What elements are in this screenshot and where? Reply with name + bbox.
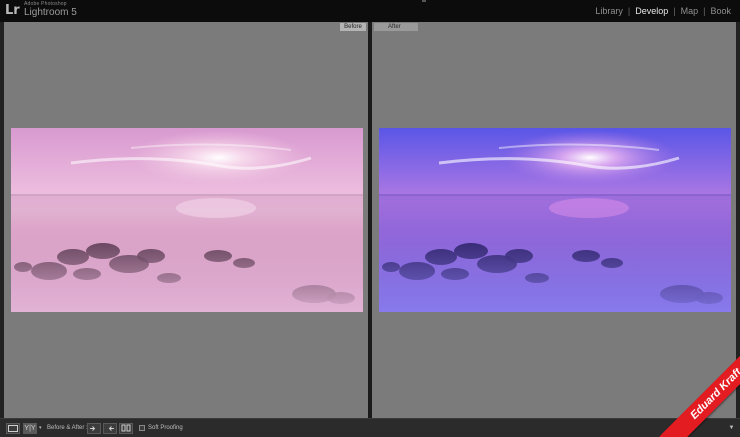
after-label: After <box>374 23 418 31</box>
view-menu-arrow[interactable]: ▾ <box>39 425 42 431</box>
panel-toggle-handle[interactable] <box>422 0 426 2</box>
copy-settings-reverse-icon <box>108 426 114 431</box>
module-map[interactable]: Map <box>676 6 704 16</box>
module-picker: Library | Develop | Map | Book <box>590 6 736 16</box>
module-book[interactable]: Book <box>705 6 736 16</box>
identity-plate: Lr Adobe Photoshop Lightroom 5 Library |… <box>0 0 740 22</box>
loupe-view-button[interactable] <box>6 423 20 434</box>
swap-before-after-button[interactable] <box>119 423 133 434</box>
bottom-toolbar: Y|Y ▾ Before & After : Soft Proofing ▼ <box>0 418 740 437</box>
after-view: After <box>372 22 736 418</box>
before-seascape-image <box>11 128 363 312</box>
triangle-down-icon: ▼ <box>728 425 735 431</box>
before-label: Before <box>340 23 366 31</box>
before-after-mode-label: Before & After : <box>47 425 88 431</box>
toolbar-options-dropdown[interactable]: ▼ <box>727 423 736 433</box>
copy-before-to-after-button[interactable] <box>87 423 101 434</box>
brand-big: Lightroom 5 <box>24 7 77 18</box>
after-photo[interactable] <box>379 128 731 312</box>
lightroom-logo: Lr <box>5 3 20 18</box>
copy-after-to-before-button[interactable] <box>103 423 117 434</box>
soft-proofing-label: Soft Proofing <box>148 425 183 431</box>
soft-proofing-checkbox[interactable] <box>139 425 145 431</box>
before-photo[interactable] <box>11 128 363 312</box>
brand-name: Adobe Photoshop Lightroom 5 <box>24 2 77 18</box>
before-after-view-button[interactable]: Y|Y <box>23 423 37 434</box>
before-view: Before <box>4 22 368 418</box>
right-panel-edge[interactable] <box>736 22 740 418</box>
module-develop[interactable]: Develop <box>630 6 673 16</box>
copy-settings-icon <box>90 426 96 431</box>
module-library[interactable]: Library <box>590 6 628 16</box>
loupe-icon <box>8 425 18 432</box>
after-seascape-image <box>379 128 731 312</box>
swap-icon <box>121 424 131 432</box>
